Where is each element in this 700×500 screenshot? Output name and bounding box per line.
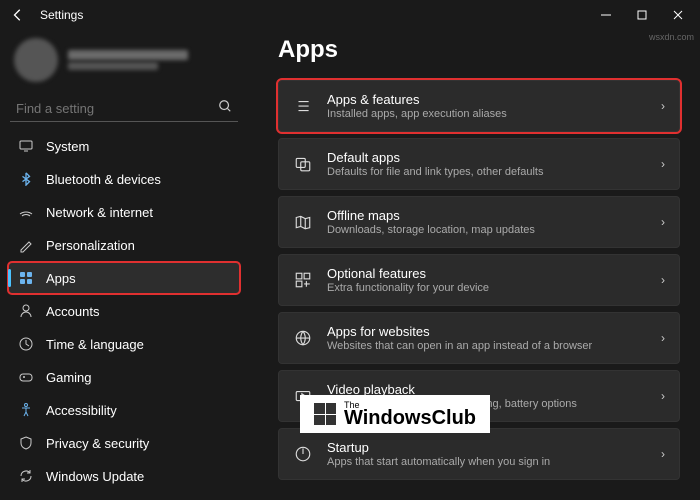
network-icon: [18, 204, 34, 220]
sidebar-item-label: Privacy & security: [46, 436, 149, 451]
accounts-icon: [18, 303, 34, 319]
time-icon: [18, 336, 34, 352]
card-desc: Apps that start automatically when you s…: [327, 456, 647, 468]
privacy-icon: [18, 435, 34, 451]
main-content: Apps Apps & featuresInstalled apps, app …: [248, 30, 700, 500]
sidebar-item-label: System: [46, 139, 89, 154]
user-account-row[interactable]: [8, 32, 240, 92]
card-desc: Websites that can open in an app instead…: [327, 340, 647, 352]
back-button[interactable]: [4, 1, 32, 29]
sidebar-item-label: Gaming: [46, 370, 92, 385]
apps-icon: [18, 270, 34, 286]
card-title: Optional features: [327, 266, 647, 281]
card-optional-features[interactable]: Optional featuresExtra functionality for…: [278, 254, 680, 306]
update-icon: [18, 468, 34, 484]
personalization-icon: [18, 237, 34, 253]
card-title: Offline maps: [327, 208, 647, 223]
search-icon: [218, 99, 232, 118]
sidebar-item-apps[interactable]: Apps: [8, 262, 240, 294]
avatar: [14, 38, 58, 82]
chevron-right-icon: ›: [661, 389, 665, 403]
close-button[interactable]: [660, 1, 696, 29]
sidebar-item-update[interactable]: Windows Update: [8, 460, 240, 492]
default-apps-icon: [293, 154, 313, 174]
sidebar-item-label: Network & internet: [46, 205, 153, 220]
map-icon: [293, 212, 313, 232]
accessibility-icon: [18, 402, 34, 418]
minimize-button[interactable]: [588, 1, 624, 29]
card-desc: Defaults for file and link types, other …: [327, 166, 647, 178]
card-title: Startup: [327, 440, 647, 455]
sidebar-item-label: Bluetooth & devices: [46, 172, 161, 187]
chevron-right-icon: ›: [661, 447, 665, 461]
sidebar-item-label: Windows Update: [46, 469, 144, 484]
attribution-text: wsxdn.com: [649, 32, 694, 42]
search-container[interactable]: [10, 96, 238, 122]
gaming-icon: [18, 369, 34, 385]
card-title: Video playback: [327, 382, 647, 397]
sidebar-item-privacy[interactable]: Privacy & security: [8, 427, 240, 459]
card-video-playback[interactable]: Video playbackVideo adjustments, HDR str…: [278, 370, 680, 422]
title-bar: Settings: [0, 0, 700, 30]
card-apps-features[interactable]: Apps & featuresInstalled apps, app execu…: [278, 80, 680, 132]
maximize-button[interactable]: [624, 1, 660, 29]
optional-icon: [293, 270, 313, 290]
card-title: Apps for websites: [327, 324, 647, 339]
sidebar-item-label: Accounts: [46, 304, 99, 319]
bluetooth-icon: [18, 171, 34, 187]
chevron-right-icon: ›: [661, 215, 665, 229]
search-input[interactable]: [16, 101, 218, 116]
list-icon: [293, 96, 313, 116]
sidebar-item-accessibility[interactable]: Accessibility: [8, 394, 240, 426]
sidebar-item-label: Accessibility: [46, 403, 117, 418]
system-icon: [18, 138, 34, 154]
card-desc: Downloads, storage location, map updates: [327, 224, 647, 236]
sidebar-item-system[interactable]: System: [8, 130, 240, 162]
page-title: Apps: [278, 36, 680, 64]
chevron-right-icon: ›: [661, 157, 665, 171]
card-desc: Installed apps, app execution aliases: [327, 108, 647, 120]
sidebar: System Bluetooth & devices Network & int…: [0, 30, 248, 500]
video-icon: [293, 386, 313, 406]
card-title: Apps & features: [327, 92, 647, 107]
window-title: Settings: [40, 8, 83, 22]
sidebar-item-network[interactable]: Network & internet: [8, 196, 240, 228]
chevron-right-icon: ›: [661, 331, 665, 345]
sidebar-item-time[interactable]: Time & language: [8, 328, 240, 360]
sidebar-item-bluetooth[interactable]: Bluetooth & devices: [8, 163, 240, 195]
sidebar-item-accounts[interactable]: Accounts: [8, 295, 240, 327]
card-apps-websites[interactable]: Apps for websitesWebsites that can open …: [278, 312, 680, 364]
startup-icon: [293, 444, 313, 464]
globe-icon: [293, 328, 313, 348]
sidebar-item-label: Time & language: [46, 337, 144, 352]
sidebar-item-label: Personalization: [46, 238, 135, 253]
card-desc: Extra functionality for your device: [327, 282, 647, 294]
card-startup[interactable]: StartupApps that start automatically whe…: [278, 428, 680, 480]
card-desc: Video adjustments, HDR streaming, batter…: [327, 398, 647, 410]
card-offline-maps[interactable]: Offline mapsDownloads, storage location,…: [278, 196, 680, 248]
chevron-right-icon: ›: [661, 273, 665, 287]
card-default-apps[interactable]: Default appsDefaults for file and link t…: [278, 138, 680, 190]
sidebar-item-gaming[interactable]: Gaming: [8, 361, 240, 393]
sidebar-item-label: Apps: [46, 271, 76, 286]
chevron-right-icon: ›: [661, 99, 665, 113]
sidebar-item-personalization[interactable]: Personalization: [8, 229, 240, 261]
card-title: Default apps: [327, 150, 647, 165]
